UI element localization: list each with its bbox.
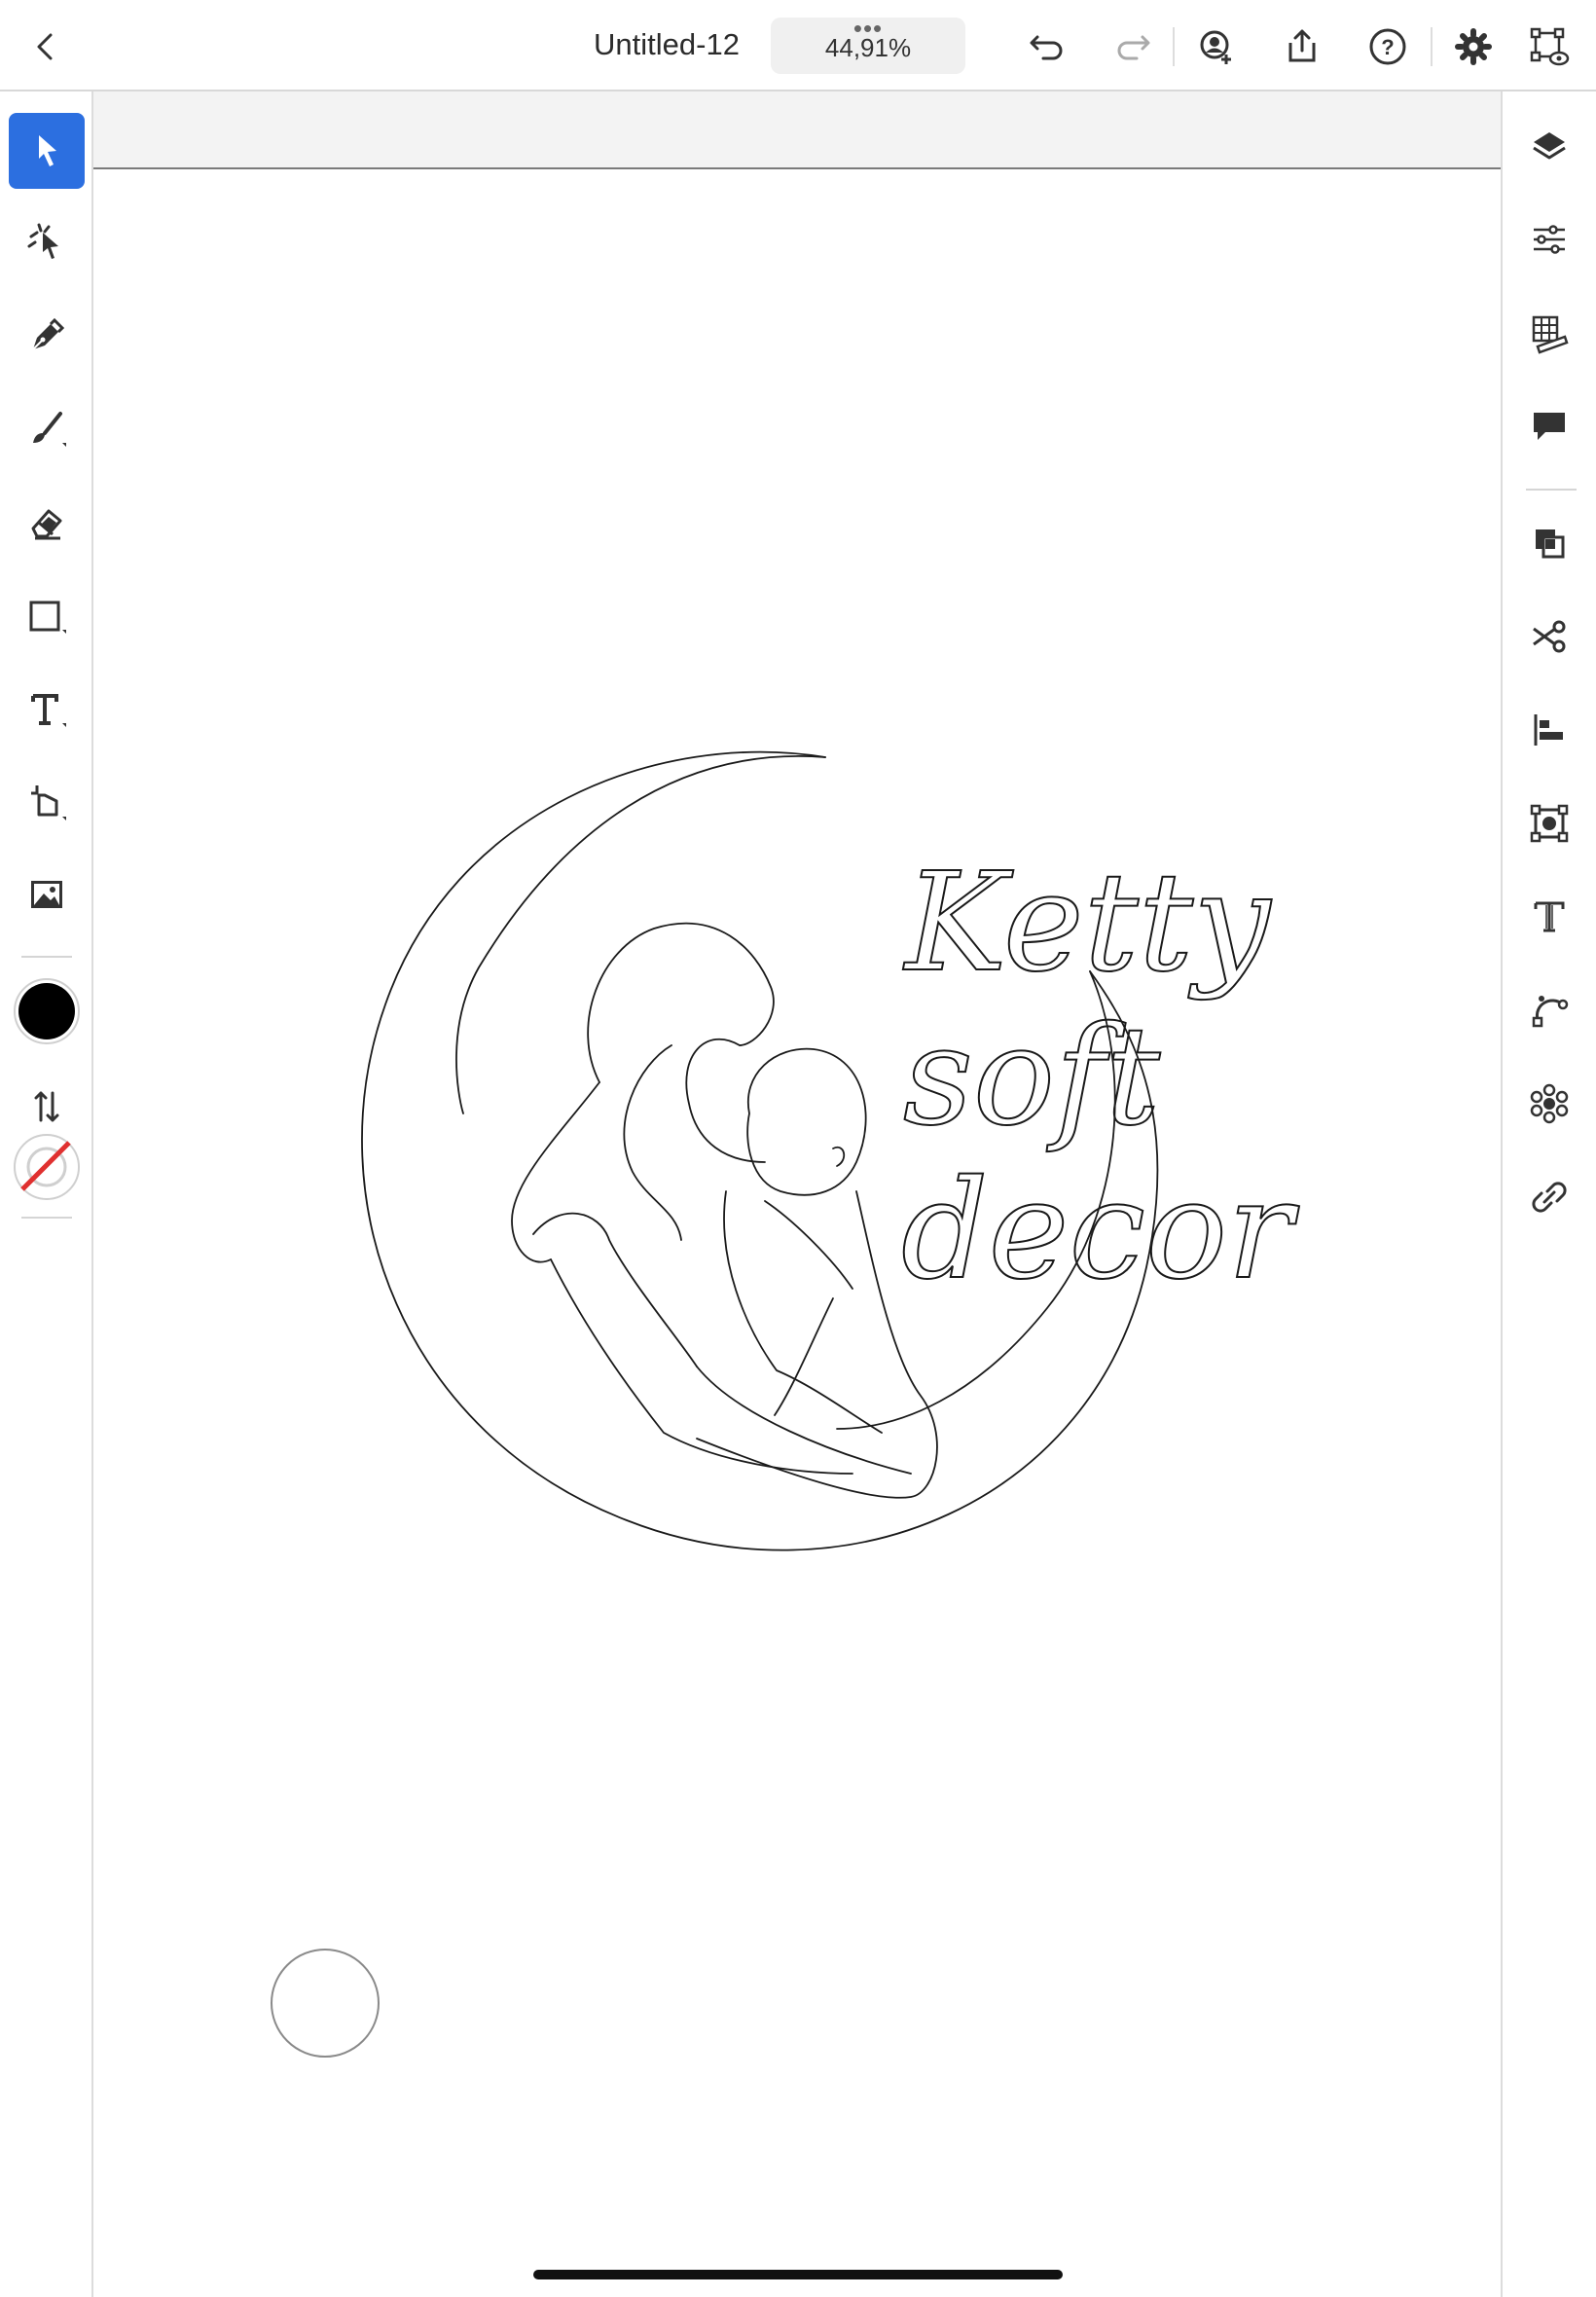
- baby-ear: [832, 1146, 846, 1167]
- stroke-color-swatch[interactable]: [9, 1129, 85, 1205]
- align-button[interactable]: [1518, 699, 1580, 761]
- swap-arrows-icon: [34, 1091, 59, 1122]
- transform-crop-icon: [31, 785, 66, 820]
- invite-user-icon: [1200, 30, 1231, 64]
- script-line-3: decor: [901, 1151, 1299, 1310]
- links-button[interactable]: [1518, 1166, 1580, 1228]
- blanket-fold-2: [774, 1297, 834, 1416]
- arrange-icon: [1536, 529, 1565, 559]
- layers-button[interactable]: [1518, 115, 1580, 177]
- link-chain-icon: [1532, 1182, 1567, 1213]
- left-toolbar: [0, 91, 93, 2297]
- path-button[interactable]: [1518, 979, 1580, 1041]
- chevron-left-icon: [37, 33, 53, 60]
- eraser-tool[interactable]: [9, 485, 85, 561]
- redo-icon: [1117, 35, 1150, 60]
- document-title[interactable]: Untitled-12: [564, 27, 769, 62]
- undo-icon: [1030, 35, 1063, 60]
- repeat-radial-icon: [1530, 1083, 1569, 1124]
- repeat-button[interactable]: [1518, 1073, 1580, 1135]
- help-icon: ?: [1369, 28, 1406, 65]
- cut-button[interactable]: [1518, 605, 1580, 668]
- transform-tool[interactable]: [9, 765, 85, 841]
- comments-button[interactable]: [1518, 395, 1580, 457]
- help-button[interactable]: ?: [1362, 21, 1413, 72]
- back-button[interactable]: [21, 21, 72, 72]
- settings-button[interactable]: [1448, 21, 1499, 72]
- touch-shortcut-button[interactable]: [271, 1949, 380, 2058]
- script-line-1: Ketty: [902, 844, 1272, 1003]
- swatches-button[interactable]: [1518, 302, 1580, 364]
- text-properties-button[interactable]: [1518, 886, 1580, 948]
- rectangle-icon: [29, 601, 66, 634]
- blanket-fold: [764, 1200, 853, 1290]
- text-frame-icon: [1534, 901, 1565, 932]
- toolbar-divider: [1431, 27, 1433, 66]
- arrange-button[interactable]: [1518, 512, 1580, 574]
- zoom-control[interactable]: ••• 44,91%: [771, 14, 965, 74]
- toolbar-divider: [1173, 27, 1175, 66]
- place-image-tool[interactable]: [9, 857, 85, 932]
- direct-selection-icon: [27, 223, 58, 259]
- right-panel: [1501, 91, 1596, 2297]
- rectangle-tool[interactable]: [9, 578, 85, 654]
- scissors-icon: [1533, 620, 1566, 653]
- redo-button[interactable]: [1107, 21, 1158, 72]
- mother-face: [685, 1039, 766, 1163]
- paintbrush-icon: [33, 412, 66, 447]
- mother-hair-inner: [623, 1044, 682, 1241]
- selection-arrow-icon: [39, 135, 56, 166]
- svg-text:?: ?: [1381, 35, 1394, 59]
- mother-shoulder: [532, 1212, 698, 1367]
- stroke-none-icon: [14, 1134, 80, 1200]
- swatches-grid-icon: [1532, 315, 1569, 354]
- toolbar-separator: [21, 956, 72, 958]
- share-icon: [1288, 29, 1316, 62]
- pen-nib-icon: [32, 317, 65, 350]
- comment-bubble-icon: [1534, 413, 1565, 440]
- fill-color-swatch[interactable]: [9, 973, 85, 1049]
- path-curve-icon: [1532, 996, 1569, 1028]
- pen-tool[interactable]: [9, 298, 85, 374]
- home-indicator[interactable]: [533, 2270, 1063, 2279]
- invite-button[interactable]: [1191, 21, 1242, 72]
- image-icon: [31, 881, 62, 908]
- gear-icon: [1455, 28, 1492, 65]
- toolbar-separator: [21, 1217, 72, 1219]
- baby-head: [746, 1047, 867, 1196]
- layers-icon: [1533, 132, 1566, 160]
- type-t-icon: [31, 694, 66, 727]
- undo-button[interactable]: [1022, 21, 1072, 72]
- direct-selection-tool[interactable]: [9, 204, 85, 280]
- eraser-icon: [31, 509, 62, 540]
- canvas-area[interactable]: Ketty soft decor: [93, 91, 1501, 2297]
- sliders-icon: [1534, 225, 1565, 254]
- preview-button[interactable]: [1524, 21, 1575, 72]
- type-tool[interactable]: [9, 672, 85, 747]
- share-button[interactable]: [1277, 21, 1327, 72]
- mother-hair: [587, 922, 775, 1083]
- preview-icon: [1530, 27, 1570, 66]
- zoom-level: 44,91%: [824, 33, 912, 62]
- mother-arm: [550, 1258, 853, 1475]
- fill-swatch-icon: [14, 978, 80, 1044]
- script-line-2: soft: [903, 998, 1161, 1156]
- artwork-script-text: Ketty soft decor: [900, 843, 1300, 1311]
- properties-button[interactable]: [1518, 208, 1580, 271]
- recolor-button[interactable]: [1518, 792, 1580, 855]
- mother-back: [511, 1081, 600, 1263]
- paintbrush-tool[interactable]: [9, 391, 85, 467]
- align-left-icon: [1534, 714, 1563, 746]
- panel-separator: [1526, 489, 1577, 491]
- selection-tool[interactable]: [9, 113, 85, 189]
- baby-body: [723, 1190, 883, 1434]
- recolor-icon: [1530, 804, 1569, 843]
- top-bar: Untitled-12 ••• 44,91% ?: [0, 0, 1596, 91]
